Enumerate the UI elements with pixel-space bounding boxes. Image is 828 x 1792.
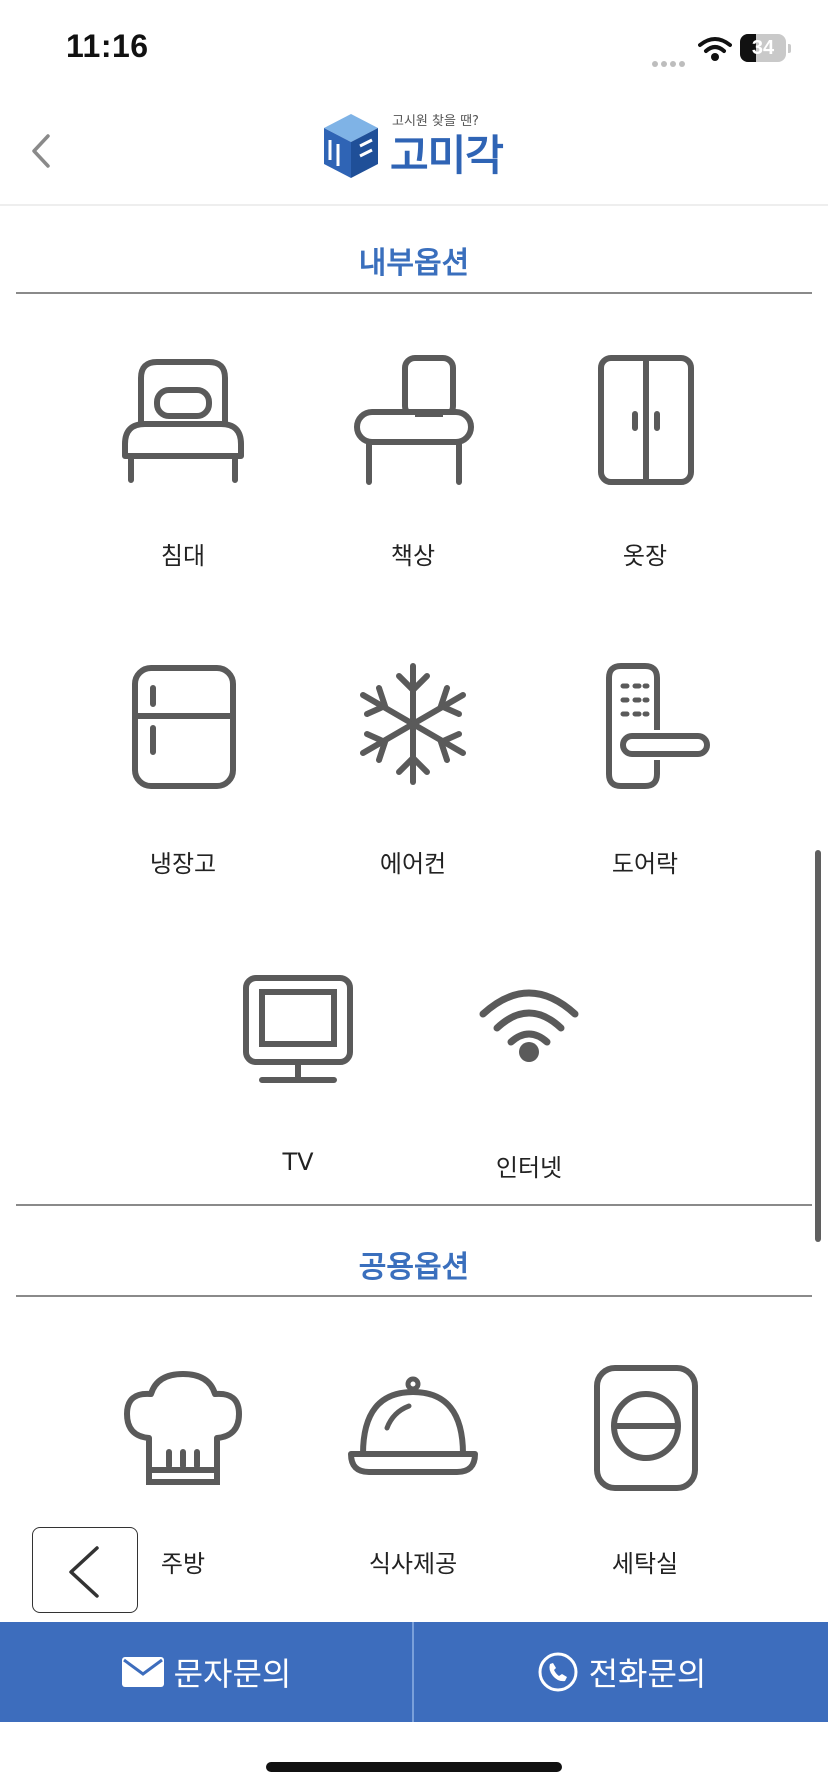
option-label: 인터넷 — [495, 1154, 563, 1182]
status-time: 11:16 — [66, 28, 149, 64]
option-label: 세탁실 — [611, 1550, 679, 1578]
envelope-icon — [121, 1657, 164, 1687]
desk-icon — [354, 355, 474, 485]
wardrobe-icon — [598, 355, 694, 485]
battery-indicator: 34 — [740, 34, 791, 62]
app-logo[interactable]: 고시원 찾을 땐? 고미각 — [318, 106, 508, 186]
washing-machine-icon — [594, 1365, 698, 1491]
option-tv: TV — [183, 966, 413, 1216]
logo-cube-icon — [324, 114, 378, 178]
option-label: 도어락 — [611, 850, 679, 878]
section-title-internal: 내부옵션 — [358, 246, 470, 281]
tv-icon — [243, 975, 353, 1083]
sms-inquiry-label: 문자문의 — [173, 1655, 292, 1693]
option-bed: 침대 — [68, 352, 298, 602]
cloche-icon — [348, 1376, 478, 1475]
section-divider — [16, 1204, 812, 1206]
logo-wordmark: 고미각 — [390, 131, 504, 180]
home-indicator[interactable] — [266, 1762, 562, 1772]
option-laundry: 세탁실 — [530, 1358, 760, 1608]
bed-icon — [122, 359, 244, 483]
air-conditioner-icon — [360, 663, 466, 785]
refrigerator-icon — [132, 665, 236, 789]
option-wardrobe: 옷장 — [530, 352, 760, 602]
battery-level: 34 — [751, 37, 775, 59]
option-refrigerator: 냉장고 — [68, 656, 298, 906]
floating-back-button[interactable] — [32, 1527, 138, 1613]
option-meal: 식사제공 — [298, 1358, 528, 1608]
call-inquiry-label: 전화문의 — [588, 1655, 707, 1693]
bottom-action-bar: 문자문의 전화문의 — [0, 1622, 828, 1722]
scrollbar[interactable] — [815, 850, 821, 1242]
cellular-signal-icon — [652, 52, 692, 67]
wifi-icon — [479, 989, 579, 1062]
option-label: 책상 — [390, 542, 436, 570]
door-lock-icon — [606, 663, 710, 789]
option-air-conditioner: 에어컨 — [298, 656, 528, 906]
section-divider — [16, 292, 812, 294]
bottom-bar-separator — [412, 1622, 414, 1722]
option-label: 식사제공 — [368, 1550, 458, 1578]
chef-hat-icon — [124, 1371, 242, 1485]
section-title-shared: 공용옵션 — [358, 1250, 470, 1285]
phone-icon — [538, 1652, 578, 1692]
call-inquiry-button[interactable]: 전화문의 — [415, 1622, 828, 1722]
option-label: 침대 — [160, 542, 206, 570]
section-divider — [16, 1295, 812, 1297]
chevron-left-icon — [69, 1546, 99, 1598]
back-chevron-icon[interactable] — [22, 128, 62, 174]
option-desk: 책상 — [298, 352, 528, 602]
option-label: 옷장 — [622, 542, 668, 570]
status-bar: 11:16 34 — [0, 0, 828, 100]
option-label: 냉장고 — [149, 850, 217, 878]
sms-inquiry-button[interactable]: 문자문의 — [0, 1622, 413, 1722]
wifi-status-icon — [698, 37, 732, 61]
option-label: 에어컨 — [379, 850, 447, 878]
option-label: TV — [282, 1148, 314, 1176]
app-header: 고시원 찾을 땐? 고미각 — [0, 100, 828, 206]
option-internet: 인터넷 — [414, 966, 644, 1216]
option-door-lock: 도어락 — [530, 656, 760, 906]
